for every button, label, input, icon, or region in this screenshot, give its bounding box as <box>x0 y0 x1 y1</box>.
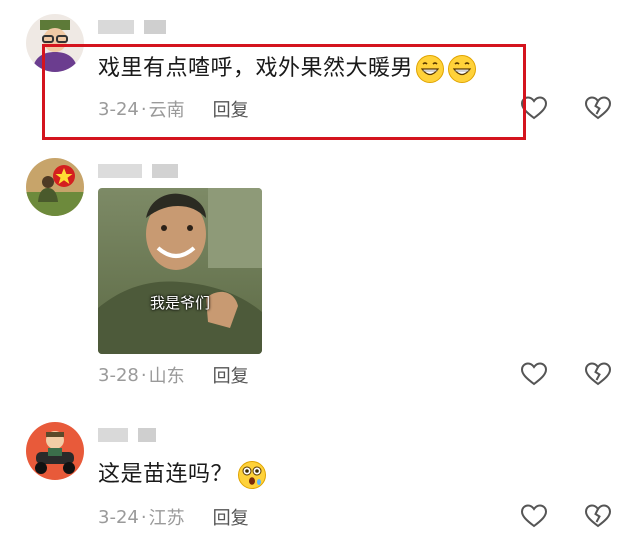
username-redacted[interactable] <box>98 20 166 38</box>
username-redacted[interactable] <box>98 428 156 446</box>
avatar[interactable] <box>26 158 84 216</box>
broken-heart-icon[interactable] <box>583 501 613 531</box>
comment-date: 3-24 <box>98 506 139 528</box>
comment-location: 山东 <box>148 366 185 387</box>
comment-item: 我是爷们 3-28 · 山东 回复 <box>0 150 640 400</box>
heart-outline-icon[interactable] <box>519 501 549 531</box>
broken-heart-icon[interactable] <box>583 93 613 123</box>
comment-item: 这是苗连吗？ 3-24 · 江苏 回复 <box>0 400 640 546</box>
meta-separator: · <box>140 364 147 386</box>
username-redacted[interactable] <box>98 164 178 182</box>
reply-button[interactable]: 回复 <box>213 362 249 388</box>
comment-location: 江苏 <box>148 508 185 529</box>
astonished-face-emoji <box>238 461 267 489</box>
sticker-image[interactable]: 我是爷们 <box>98 188 262 354</box>
meta-separator: · <box>140 506 147 528</box>
avatar[interactable] <box>26 422 84 480</box>
comment-meta: 3-24 · 江苏 回复 <box>98 504 249 530</box>
reply-button[interactable]: 回复 <box>213 504 249 530</box>
highlight-box <box>42 44 526 140</box>
sticker-caption: 我是爷们 <box>149 294 210 312</box>
comment-text-content: 这是苗连吗？ <box>98 462 234 487</box>
comment-date: 3-28 <box>98 364 139 386</box>
heart-outline-icon[interactable] <box>519 359 549 389</box>
broken-heart-icon[interactable] <box>583 359 613 389</box>
comment-meta: 3-28 · 山东 回复 <box>98 362 249 388</box>
comment-text: 这是苗连吗？ <box>98 460 267 490</box>
